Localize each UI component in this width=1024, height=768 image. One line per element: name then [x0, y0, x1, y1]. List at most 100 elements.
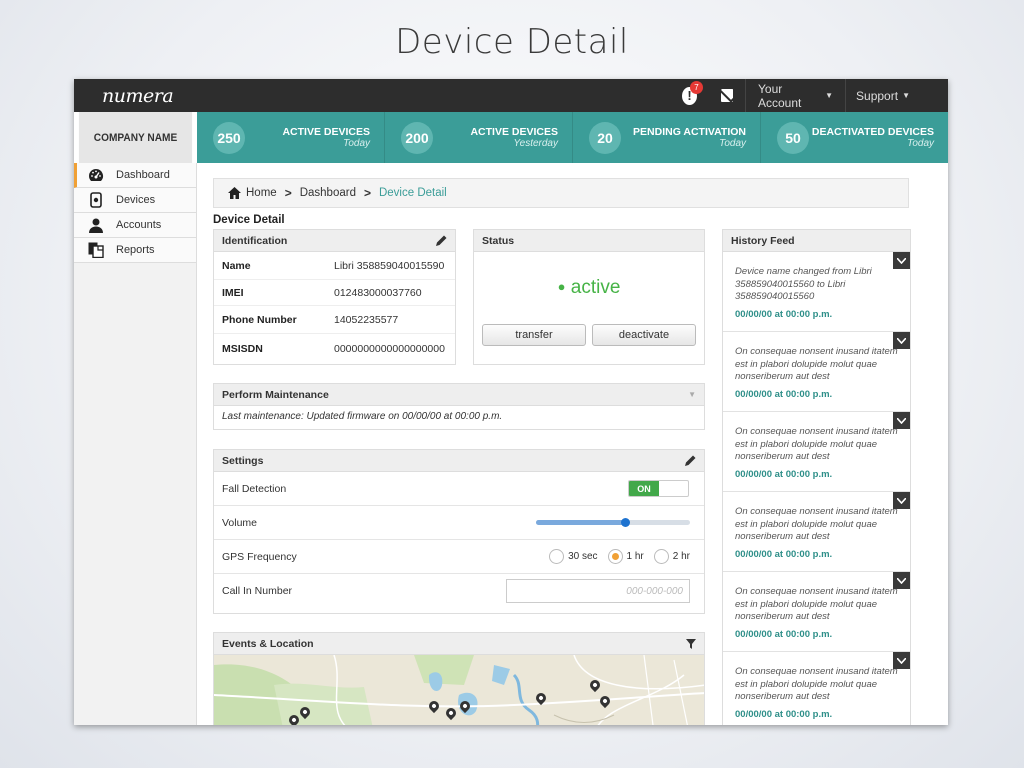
breadcrumb-dashboard[interactable]: Dashboard — [300, 187, 356, 199]
status-header: Status — [474, 230, 704, 252]
sidebar-item-label: Dashboard — [116, 169, 170, 181]
breadcrumb: Home > Dashboard > Device Detail — [213, 178, 909, 208]
stat-label: DEACTIVATED DEVICES — [811, 125, 934, 138]
history-list: Device name changed from Libri 358859040… — [723, 252, 910, 725]
alerts-button[interactable]: ! 7 — [670, 79, 709, 112]
expand-chevron-icon[interactable] — [893, 572, 910, 589]
history-item: On consequae nonsent inusand itatem est … — [723, 572, 910, 652]
sidebar-item-label: Devices — [116, 194, 156, 206]
id-row-name: Name Libri 358859040015590 — [214, 252, 455, 280]
status-dot-icon: ● — [557, 279, 566, 294]
history-item: On consequae nonsent inusand itatem est … — [723, 492, 910, 572]
gps-radio-2hr[interactable] — [653, 549, 669, 564]
stat-period: Today — [343, 137, 370, 149]
expand-chevron-icon[interactable] — [893, 412, 910, 429]
stat-active-yesterday[interactable]: 200 ACTIVE DEVICES Yesterday — [384, 112, 572, 163]
maintenance-title: Perform Maintenance — [222, 388, 329, 401]
id-value: Libri 358859040015590 — [334, 259, 445, 272]
history-item: On consequae nonsent inusand itatem est … — [723, 332, 910, 412]
history-time: 00/00/00 at 00:00 p.m. — [735, 548, 833, 560]
messages-button[interactable] — [709, 79, 745, 112]
settings-header: Settings — [214, 450, 704, 472]
stat-deactivated[interactable]: 50 DEACTIVATED DEVICES Today — [760, 112, 948, 163]
expand-chevron-icon[interactable] — [893, 332, 910, 349]
call-in-number-input[interactable] — [506, 579, 690, 603]
reports-icon — [88, 242, 104, 258]
history-text: On consequae nonsent inusand itatem est … — [735, 666, 898, 702]
gps-radio-30sec[interactable] — [549, 549, 565, 564]
events-header: Events & Location — [214, 633, 704, 655]
radio-label: 1 hr — [626, 551, 644, 562]
status-panel: Status ● active transfer deactivate — [473, 229, 705, 365]
edit-pencil-icon[interactable] — [436, 235, 447, 246]
breadcrumb-separator: > — [363, 186, 371, 200]
fall-detection-toggle[interactable]: ON — [628, 480, 689, 497]
edit-pencil-icon[interactable] — [685, 455, 696, 466]
toggle-on-label: ON — [629, 481, 659, 496]
expand-chevron-icon[interactable] — [893, 492, 910, 509]
page-title: Device Detail — [213, 214, 285, 226]
sidebar-item-reports[interactable]: Reports — [74, 238, 196, 263]
history-text: On consequae nonsent inusand itatem est … — [735, 506, 898, 542]
stat-value: 20 — [589, 121, 621, 154]
id-value: 14052235577 — [334, 313, 399, 326]
setting-label: Call In Number — [222, 585, 293, 597]
history-text: On consequae nonsent inusand itatem est … — [735, 586, 898, 622]
history-header: History Feed — [723, 230, 910, 252]
caret-down-icon[interactable]: ▼ — [688, 390, 696, 399]
status-title: Status — [482, 234, 515, 247]
transfer-button[interactable]: transfer — [482, 324, 586, 346]
id-key: MSISDN — [222, 343, 263, 355]
sidebar-item-label: Reports — [116, 244, 155, 256]
top-navbar: numera ! 7 Your Account ▼ Support ▼ — [74, 79, 948, 112]
your-account-menu[interactable]: Your Account ▼ — [745, 79, 845, 112]
history-time: 00/00/00 at 00:00 p.m. — [735, 468, 833, 480]
filter-icon[interactable] — [686, 638, 696, 649]
expand-chevron-icon[interactable] — [893, 252, 910, 269]
expand-chevron-icon[interactable] — [893, 652, 910, 669]
status-value: active — [570, 277, 621, 298]
numera-logo[interactable]: numera — [74, 85, 174, 107]
stat-period: Today — [907, 137, 934, 149]
gps-radio-1hr[interactable] — [607, 549, 623, 564]
history-title: History Feed — [731, 234, 795, 247]
stat-label: ACTIVE DEVICES — [470, 125, 558, 138]
id-key: Phone Number — [222, 313, 297, 326]
stat-active-today[interactable]: 250 ACTIVE DEVICES Today — [197, 112, 384, 163]
history-item: On consequae nonsent inusand itatem est … — [723, 652, 910, 725]
sidebar-item-dashboard[interactable]: Dashboard — [74, 163, 196, 188]
stat-value: 250 — [213, 121, 245, 154]
breadcrumb-current: Device Detail — [378, 187, 447, 199]
identification-title: Identification — [222, 234, 288, 247]
sidebar-item-devices[interactable]: Devices — [74, 188, 196, 213]
setting-volume: Volume — [214, 506, 704, 540]
stats-strip: 250 ACTIVE DEVICES Today 200 ACTIVE DEVIC… — [197, 112, 948, 163]
setting-label: Volume — [222, 516, 258, 529]
id-value: 012483000037760 — [334, 286, 422, 299]
chevron-down-icon: ▼ — [825, 91, 833, 100]
deactivate-button[interactable]: deactivate — [592, 324, 696, 346]
chevron-down-icon: ▼ — [902, 91, 910, 100]
stat-label: ACTIVE DEVICES — [282, 125, 370, 138]
radio-label: 30 sec — [568, 551, 598, 562]
location-map[interactable] — [214, 655, 704, 725]
setting-label: Fall Detection — [222, 482, 287, 495]
identification-header: Identification — [214, 230, 455, 252]
stat-pending-activation[interactable]: 20 PENDING ACTIVATION Today — [572, 112, 760, 163]
history-text: Device name changed from Libri 358859040… — [735, 266, 872, 302]
volume-slider-handle[interactable] — [621, 518, 631, 527]
id-row-imei: IMEI 012483000037760 — [214, 280, 455, 306]
sidebar-item-accounts[interactable]: Accounts — [74, 213, 196, 238]
support-menu[interactable]: Support ▼ — [845, 79, 920, 112]
gps-radio-group: 30 sec 1 hr 2 hr — [543, 549, 690, 564]
maintenance-header[interactable]: Perform Maintenance ▼ — [214, 384, 704, 406]
events-location-panel: Events & Location — [213, 632, 705, 725]
id-key: IMEI — [222, 286, 244, 299]
history-time: 00/00/00 at 00:00 p.m. — [735, 708, 833, 720]
company-name: COMPANY NAME — [78, 112, 193, 163]
stats-bar: COMPANY NAME 250 ACTIVE DEVICES Today 200… — [74, 112, 948, 163]
breadcrumb-home[interactable]: Home — [246, 187, 277, 199]
support-label: Support — [856, 88, 899, 103]
volume-slider[interactable] — [536, 518, 690, 527]
app-window: numera ! 7 Your Account ▼ Support ▼ COMP… — [74, 79, 948, 725]
